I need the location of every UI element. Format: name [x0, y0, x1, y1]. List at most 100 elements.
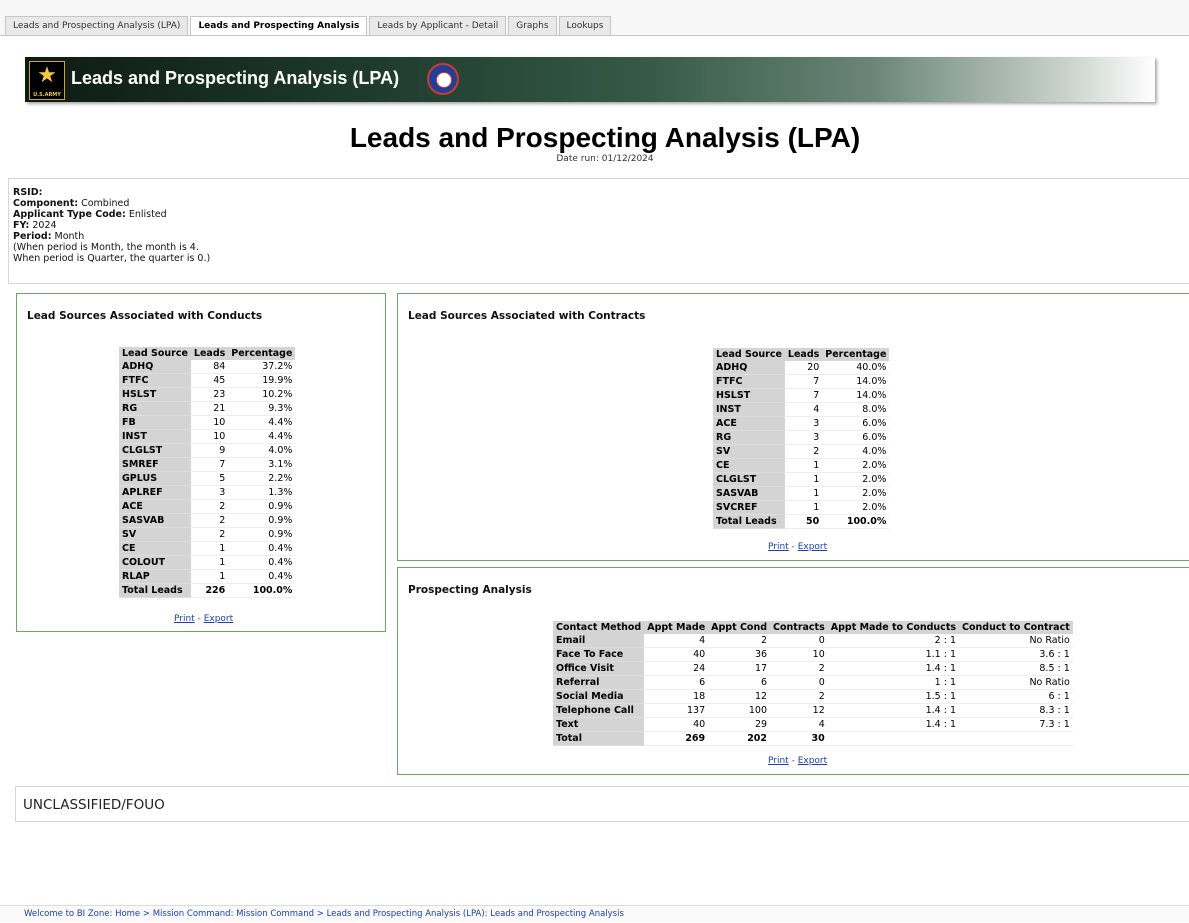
- table-cell: 6 : 1: [959, 689, 1073, 704]
- table-cell: 1.5 : 1: [827, 689, 960, 704]
- page-title: Leads and Prospecting Analysis (LPA): [349, 122, 861, 153]
- table-cell: 3: [784, 416, 823, 431]
- print-link[interactable]: Print: [768, 542, 789, 552]
- table-cell: 0.4%: [228, 541, 296, 556]
- table-cell: 1 : 1: [827, 675, 960, 690]
- table-row: Telephone Call 137 100 12 1.4 : 1 8.3 : 1: [553, 703, 1073, 718]
- row-label: Email: [553, 634, 645, 648]
- table-row: SASVAB 1 2.0%: [713, 486, 890, 501]
- row-label: SASVAB: [713, 486, 785, 501]
- total-cell: 269: [644, 731, 709, 746]
- table-cell: 84: [190, 360, 229, 374]
- table-row: APLREF 3 1.3%: [119, 485, 296, 500]
- table-cell: 18: [644, 689, 709, 704]
- table-cell: 23: [190, 387, 229, 402]
- table-cell: 3.6 : 1: [959, 647, 1073, 662]
- table-row: COLOUT 1 0.4%: [119, 555, 296, 570]
- table-cell: 4.4%: [228, 429, 296, 444]
- tab-leads-by-applicant-detail[interactable]: Leads by Applicant - Detail: [369, 16, 507, 35]
- table-cell: 4: [784, 402, 823, 417]
- row-label: INST: [713, 402, 785, 417]
- table-cell: 0.9%: [228, 513, 296, 528]
- table-cell: 2: [190, 513, 229, 528]
- column-header: Appt Made: [644, 621, 709, 634]
- table-cell: 8.5 : 1: [959, 661, 1073, 676]
- recruiting-seal-icon: [427, 63, 459, 95]
- row-label: GPLUS: [119, 471, 191, 486]
- row-label: INST: [119, 429, 191, 444]
- row-label: ACE: [713, 416, 785, 431]
- table-cell: 2 : 1: [827, 634, 960, 648]
- row-label: HSLST: [713, 388, 785, 403]
- print-link[interactable]: Print: [768, 756, 789, 766]
- table-cell: 40: [644, 717, 709, 732]
- table-cell: 1: [190, 541, 229, 556]
- export-link[interactable]: Export: [204, 614, 233, 624]
- table-cell: 1: [784, 472, 823, 487]
- table-cell: 9: [190, 443, 229, 458]
- breadcrumb[interactable]: Welcome to BI Zone: Home > Mission Comma…: [0, 905, 1189, 922]
- row-label: CE: [713, 458, 785, 473]
- table-row: Text 40 29 4 1.4 : 1 7.3 : 1: [553, 717, 1073, 732]
- table-cell: 1: [190, 555, 229, 570]
- table-cell: 2: [770, 661, 828, 676]
- table-cell: 7: [190, 457, 229, 472]
- column-header: Conduct to Contract: [959, 621, 1073, 634]
- param-note-month: (When period is Month, the month is 4.: [13, 242, 199, 253]
- table-row: HSLST 23 10.2%: [119, 387, 296, 402]
- table-cell: 6.0%: [822, 430, 890, 445]
- export-link[interactable]: Export: [798, 756, 827, 766]
- date-run: Date run: 01/12/2024: [556, 154, 654, 164]
- prospecting-print-export: Print - Export: [768, 756, 828, 766]
- table-cell: 5: [190, 471, 229, 486]
- table-row: CLGLST 9 4.0%: [119, 443, 296, 458]
- total-label: Total: [553, 731, 645, 746]
- table-cell: 4.4%: [228, 415, 296, 430]
- table-row: HSLST 7 14.0%: [713, 388, 890, 403]
- table-cell: 4.0%: [228, 443, 296, 458]
- row-label: SASVAB: [119, 513, 191, 528]
- row-label: CLGLST: [713, 472, 785, 487]
- tab-graphs[interactable]: Graphs: [508, 16, 557, 35]
- table-cell: 10: [190, 429, 229, 444]
- tab-leads-and-prospecting-analysis[interactable]: Leads and Prospecting Analysis: [190, 16, 368, 36]
- table-cell: 4.0%: [822, 444, 890, 459]
- table-cell: 6: [644, 675, 709, 690]
- table-cell: 36: [708, 647, 771, 662]
- table-cell: 8.3 : 1: [959, 703, 1073, 718]
- column-header: Contact Method: [553, 621, 645, 634]
- row-label: FB: [119, 415, 191, 430]
- row-label: HSLST: [119, 387, 191, 402]
- tab-lookups[interactable]: Lookups: [558, 16, 612, 35]
- total-cell: 50: [784, 514, 823, 529]
- table-cell: 1: [784, 458, 823, 473]
- table-row: Social Media 18 12 2 1.5 : 16 : 1: [553, 689, 1073, 704]
- report-banner: ★ U.S.ARMY Leads and Prospecting Analysi…: [25, 57, 1155, 102]
- table-cell: 2.2%: [228, 471, 296, 486]
- total-row: Total Leads 226 100.0%: [119, 583, 296, 598]
- print-link[interactable]: Print: [174, 614, 195, 624]
- table-row: ADHQ 20 40.0%: [713, 361, 890, 375]
- table-cell: 2: [190, 499, 229, 514]
- row-label: Office Visit: [553, 661, 645, 676]
- table-row: RLAP 1 0.4%: [119, 569, 296, 584]
- table-row: ACE 3 6.0%: [713, 416, 890, 431]
- table-row: SMREF 7 3.1%: [119, 457, 296, 472]
- table-cell: 0.9%: [228, 499, 296, 514]
- row-label: SV: [713, 444, 785, 459]
- total-row: Total Leads 50 100.0%: [713, 514, 890, 529]
- table-cell: 0.9%: [228, 527, 296, 542]
- row-label: ADHQ: [119, 360, 191, 374]
- row-label: Telephone Call: [553, 703, 645, 718]
- conducts-title: Lead Sources Associated with Conducts: [27, 310, 263, 322]
- export-link[interactable]: Export: [798, 542, 827, 552]
- tab-lpa[interactable]: Leads and Prospecting Analysis (LPA): [5, 16, 189, 35]
- table-cell: 3: [784, 430, 823, 445]
- table-cell: 4: [770, 717, 828, 732]
- total-cell: 100.0%: [822, 514, 890, 529]
- total-cell: 226: [190, 583, 229, 598]
- table-row: INST 10 4.4%: [119, 429, 296, 444]
- row-label: APLREF: [119, 485, 191, 500]
- table-cell: 2.0%: [822, 458, 890, 473]
- table-cell: 21: [190, 401, 229, 416]
